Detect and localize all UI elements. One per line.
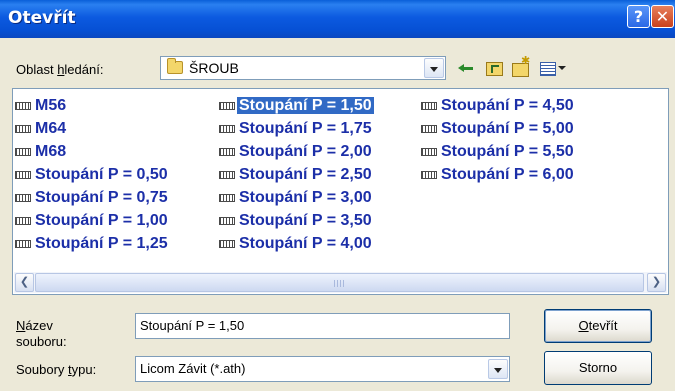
file-item[interactable]: Stoupání P = 0,50 xyxy=(15,164,170,186)
file-icon xyxy=(421,124,437,133)
help-button[interactable]: ? xyxy=(627,5,650,28)
title-bar[interactable]: Otevřít ? ✕ xyxy=(0,0,675,38)
file-name-label: Název souboru: xyxy=(16,318,67,349)
file-icon xyxy=(219,101,235,110)
open-button[interactable]: Otevřít xyxy=(544,309,652,343)
file-item[interactable]: M64 xyxy=(15,118,68,140)
file-icon xyxy=(219,170,235,179)
file-icon xyxy=(219,193,235,202)
file-item[interactable]: Stoupání P = 1,25 xyxy=(15,233,170,255)
scroll-right-button[interactable]: ❯ xyxy=(647,273,666,292)
file-item[interactable]: Stoupání P = 0,75 xyxy=(15,187,170,209)
file-item[interactable]: M56 xyxy=(15,95,68,117)
look-in-combobox[interactable]: ŠROUB xyxy=(160,56,446,80)
file-icon xyxy=(15,101,31,110)
file-type-label: Soubory typu: xyxy=(16,362,97,377)
horizontal-scrollbar[interactable]: ❮ ❯ xyxy=(14,272,667,293)
views-menu-icon[interactable] xyxy=(538,58,568,78)
file-list[interactable]: M56 M64 M68 Stoupání P = 0,50 Stoupání P… xyxy=(12,88,669,295)
file-type-select[interactable]: Licom Závit (*.ath) xyxy=(135,356,510,382)
file-icon xyxy=(219,239,235,248)
file-item[interactable]: Stoupání P = 1,00 xyxy=(15,210,170,232)
file-item[interactable]: Stoupání P = 2,00 xyxy=(219,141,374,163)
file-name-input[interactable]: Stoupání P = 1,50 xyxy=(135,313,510,339)
file-icon xyxy=(15,193,31,202)
file-item[interactable]: Stoupání P = 5,50 xyxy=(421,141,576,163)
file-icon xyxy=(219,216,235,225)
window-title: Otevřít xyxy=(8,8,76,28)
file-icon xyxy=(15,170,31,179)
file-icon xyxy=(15,124,31,133)
back-icon[interactable] xyxy=(456,58,476,78)
file-item[interactable]: Stoupání P = 3,50 xyxy=(219,210,374,232)
chevron-down-icon[interactable] xyxy=(488,359,508,379)
scrollbar-thumb[interactable] xyxy=(35,273,644,292)
up-folder-icon[interactable] xyxy=(484,58,504,78)
open-dialog: Otevřít ? ✕ Oblast hledání: ŠROUB M56 M6… xyxy=(0,0,675,391)
close-button[interactable]: ✕ xyxy=(651,5,674,28)
file-icon xyxy=(421,147,437,156)
file-icon xyxy=(421,101,437,110)
file-item[interactable]: Stoupání P = 5,00 xyxy=(421,118,576,140)
look-in-value: ŠROUB xyxy=(189,60,239,76)
file-type-value: Licom Závit (*.ath) xyxy=(140,361,246,376)
file-item[interactable]: Stoupání P = 4,50 xyxy=(421,95,576,117)
file-icon xyxy=(219,147,235,156)
file-icon xyxy=(15,216,31,225)
file-item-selected[interactable]: Stoupání P = 1,50 xyxy=(219,95,374,117)
look-in-label: Oblast hledání: xyxy=(16,62,104,77)
file-icon xyxy=(421,170,437,179)
folder-icon xyxy=(167,58,183,74)
file-item[interactable]: M68 xyxy=(15,141,68,163)
new-folder-icon[interactable] xyxy=(510,54,530,78)
file-item[interactable]: Stoupání P = 4,00 xyxy=(219,233,374,255)
file-icon xyxy=(219,124,235,133)
grip-icon xyxy=(334,280,346,287)
scroll-left-button[interactable]: ❮ xyxy=(15,273,34,292)
file-icon xyxy=(15,239,31,248)
file-item[interactable]: Stoupání P = 6,00 xyxy=(421,164,576,186)
chevron-down-icon[interactable] xyxy=(424,58,444,78)
file-item[interactable]: Stoupání P = 2,50 xyxy=(219,164,374,186)
cancel-button[interactable]: Storno xyxy=(544,351,652,385)
file-item[interactable]: Stoupání P = 3,00 xyxy=(219,187,374,209)
file-icon xyxy=(15,147,31,156)
file-item[interactable]: Stoupání P = 1,75 xyxy=(219,118,374,140)
